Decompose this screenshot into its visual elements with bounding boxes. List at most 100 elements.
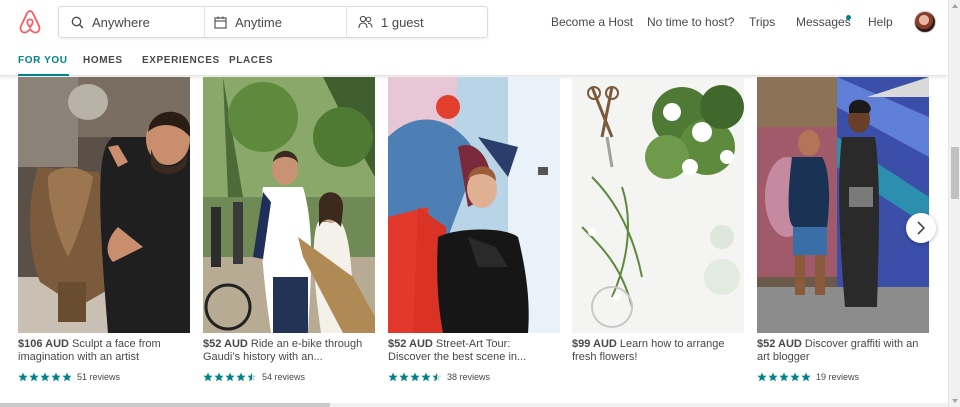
guests-field[interactable]: 1 guest (346, 7, 487, 37)
tab-experiences[interactable]: EXPERIENCES (142, 44, 220, 76)
experience-photo[interactable] (388, 77, 560, 333)
horizontal-scroll-thumb[interactable] (0, 403, 330, 407)
experience-card[interactable]: $52 AUD Street-Art Tour: Discover the be… (388, 77, 560, 383)
star-icon (225, 372, 235, 382)
graffiti-tour-image (757, 77, 929, 333)
sculptor-image (18, 77, 190, 333)
experience-title-line1: Learn how to arrange (619, 338, 725, 350)
tab-homes[interactable]: HOMES (83, 44, 123, 76)
carousel-next-button[interactable] (906, 213, 936, 243)
nav-become-host-label: Become a Host (551, 15, 634, 29)
location-value: Anywhere (92, 14, 150, 30)
dates-field[interactable]: Anytime (204, 7, 346, 37)
star-icon (421, 372, 431, 382)
vertical-scroll-thumb[interactable] (951, 147, 959, 199)
experience-title-line2: Discover the best scene in... (388, 351, 527, 363)
experience-caption: $99 AUD Learn how to arrange fresh flowe… (572, 338, 744, 364)
horizontal-scrollbar[interactable] (0, 403, 948, 407)
nav-help-label: Help (868, 15, 893, 29)
tab-for-you[interactable]: FOR YOU (18, 44, 69, 76)
star-rating (388, 372, 443, 382)
review-count: 38 reviews (447, 372, 491, 382)
location-field[interactable]: Anywhere (59, 7, 204, 37)
experience-rating: 51 reviews (18, 371, 190, 383)
street-art-image (388, 77, 560, 333)
experience-photo[interactable] (757, 77, 929, 333)
vertical-scrollbar[interactable] (948, 0, 960, 407)
calendar-icon (214, 16, 227, 29)
star-icon (388, 372, 398, 382)
experience-rating: 54 reviews (203, 371, 375, 383)
ebike-tour-image (203, 77, 375, 333)
experience-card[interactable]: $99 AUD Learn how to arrange fresh flowe… (572, 77, 744, 364)
experience-price: $52 AUD (388, 338, 433, 350)
experience-title-line2: art blogger (757, 351, 810, 363)
experience-caption: $52 AUD Street-Art Tour: Discover the be… (388, 338, 560, 364)
star-icon (399, 372, 409, 382)
user-avatar[interactable] (914, 11, 936, 33)
scroll-down-arrow-icon[interactable] (952, 399, 958, 403)
experience-title-line1: Sculpt a face from (72, 338, 161, 350)
search-icon (71, 16, 84, 28)
dates-value: Anytime (235, 14, 282, 30)
experience-caption: $52 AUD Ride an e-bike through Gaudi’s h… (203, 338, 375, 364)
star-icon (40, 372, 50, 382)
nav-become-host[interactable]: Become a Host (551, 0, 633, 44)
experience-title-line2: Gaudi’s history with an... (203, 351, 323, 363)
star-icon (29, 372, 39, 382)
review-count: 51 reviews (77, 372, 121, 382)
experience-price: $99 AUD (572, 338, 617, 350)
top-navigation-bar: Anywhere Anytime 1 guest Become a Host N… (0, 0, 948, 44)
flower-arranging-image (572, 77, 744, 333)
category-tabs: FOR YOU HOMES EXPERIENCES PLACES (0, 44, 948, 76)
star-icon (214, 372, 224, 382)
experience-price: $52 AUD (757, 338, 802, 350)
experience-card[interactable]: $52 AUD Ride an e-bike through Gaudi’s h… (203, 77, 375, 383)
review-count: 54 reviews (262, 372, 306, 382)
guests-value: 1 guest (381, 14, 424, 30)
chevron-right-icon (917, 221, 926, 235)
airbnb-logo-icon[interactable] (18, 9, 42, 35)
star-icon (768, 372, 778, 382)
guests-icon (358, 15, 373, 29)
experience-rating: 38 reviews (388, 371, 560, 383)
experience-price: $52 AUD (203, 338, 248, 350)
experience-photo[interactable] (18, 77, 190, 333)
scroll-up-arrow-icon[interactable] (952, 4, 958, 8)
star-icon (757, 372, 767, 382)
experience-title-line1: Ride an e-bike through (250, 338, 363, 350)
nav-messages-label: Messages (796, 15, 851, 29)
star-rating (757, 372, 812, 382)
experience-title-line1: Discover graffiti with an (804, 338, 919, 350)
experience-card[interactable]: $106 AUD Sculpt a face from imagination … (18, 77, 190, 383)
review-count: 19 reviews (816, 372, 860, 382)
messages-notification-dot (846, 15, 851, 20)
star-icon (18, 372, 28, 382)
star-icon (790, 372, 800, 382)
tab-places[interactable]: PLACES (229, 44, 273, 76)
experience-rating: 19 reviews (757, 371, 929, 383)
star-rating (203, 372, 258, 382)
nav-no-time-to-host[interactable]: No time to host? (647, 0, 734, 44)
experience-caption: $52 AUD Discover graffiti with an art bl… (757, 338, 929, 364)
experience-title-line2: fresh flowers! (572, 351, 638, 363)
nav-messages[interactable]: Messages (796, 0, 851, 44)
nav-no-time-label: No time to host? (647, 15, 735, 29)
star-icon (779, 372, 789, 382)
star-icon (203, 372, 213, 382)
star-icon (247, 372, 257, 382)
nav-trips-label: Trips (749, 15, 776, 29)
experience-card[interactable]: $52 AUD Discover graffiti with an art bl… (757, 77, 929, 383)
star-icon (51, 372, 61, 382)
star-icon (236, 372, 246, 382)
experience-photo[interactable] (572, 77, 744, 333)
experience-title-line2: imagination with an artist (18, 351, 140, 363)
experience-title-line1: Street-Art Tour: (435, 338, 511, 350)
nav-help[interactable]: Help (868, 0, 893, 44)
nav-trips[interactable]: Trips (749, 0, 775, 44)
star-icon (801, 372, 811, 382)
star-icon (410, 372, 420, 382)
star-icon (62, 372, 72, 382)
experience-photo[interactable] (203, 77, 375, 333)
search-bar: Anywhere Anytime 1 guest (58, 6, 488, 38)
